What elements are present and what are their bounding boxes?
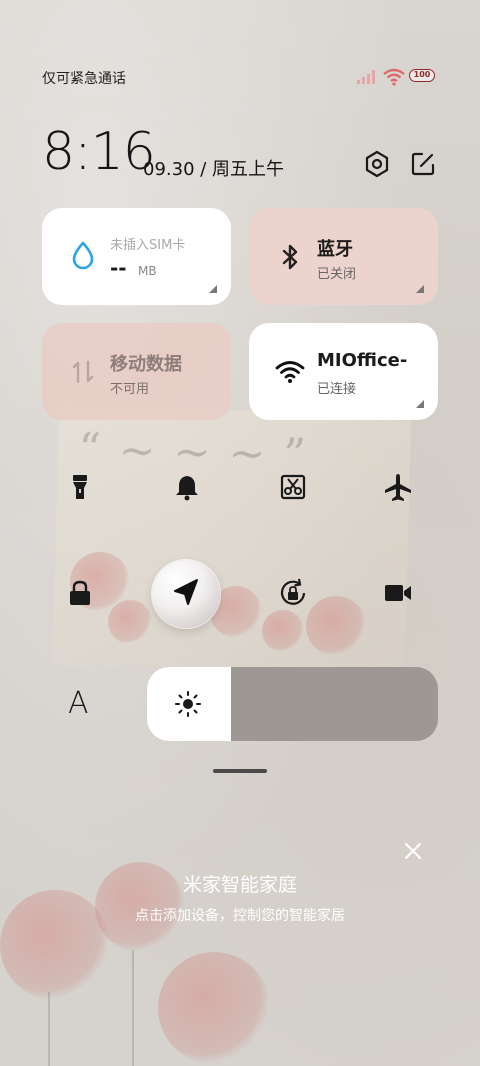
smart-home-subtitle[interactable]: 点击添加设备，控制您的智能家居: [0, 905, 480, 925]
bluetooth-label: 蓝牙: [317, 239, 353, 260]
airplane-icon: [385, 474, 411, 501]
silent-toggle[interactable]: [170, 470, 204, 504]
expand-corner[interactable]: [416, 400, 424, 408]
bluetooth-status: 已关闭: [317, 267, 357, 282]
flashlight-icon: [73, 475, 87, 499]
mobile-data-icon: [72, 360, 94, 384]
data-usage-value: --: [110, 256, 127, 280]
flashlight-toggle[interactable]: [63, 470, 97, 504]
lock-screen-toggle[interactable]: [63, 576, 97, 610]
bluetooth-tile[interactable]: 蓝牙 已关闭: [249, 208, 438, 305]
brightness-slider[interactable]: [147, 667, 438, 741]
drag-handle[interactable]: [213, 769, 267, 773]
screenshot-icon: [280, 474, 306, 500]
airplane-toggle[interactable]: [381, 470, 415, 504]
sim-status-label: 未插入SIM卡: [110, 238, 186, 253]
battery-icon: 100: [409, 69, 435, 82]
gear-icon[interactable]: [363, 150, 391, 178]
bluetooth-icon: [282, 244, 298, 270]
water-drop-icon: [72, 241, 94, 270]
date-text: 09.30 / 周五上午: [143, 159, 285, 180]
data-usage-unit: MB: [138, 264, 157, 278]
expand-corner[interactable]: [416, 285, 424, 293]
rose-decoration: [262, 610, 304, 652]
brightness-icon: [175, 691, 201, 717]
location-icon: [174, 579, 198, 605]
mobile-data-label: 移动数据: [110, 354, 182, 375]
font-size-button[interactable]: A: [68, 686, 89, 721]
signal-icon: [357, 70, 375, 84]
status-bar: 仅可紧急通话 100: [0, 60, 480, 92]
smart-home-title[interactable]: 米家智能家庭: [0, 870, 480, 897]
rose-decoration: [306, 596, 366, 656]
wifi-tile[interactable]: MIOffice- 已连接: [249, 323, 438, 420]
rotation-lock-icon: [280, 578, 306, 605]
wifi-status: 已连接: [317, 382, 357, 397]
wifi-status-icon: [383, 68, 405, 86]
carrier-text: 仅可紧急通话: [42, 71, 126, 87]
mobile-data-tile[interactable]: 移动数据 不可用: [42, 323, 231, 420]
edit-icon[interactable]: [409, 150, 437, 178]
clock: 8:16: [42, 122, 156, 182]
bell-icon: [176, 476, 198, 501]
wifi-icon: [275, 361, 305, 383]
rose-stem: [48, 992, 50, 1066]
rotation-lock-toggle[interactable]: [276, 576, 310, 610]
lock-icon: [70, 580, 90, 605]
wifi-network-name: MIOffice-: [317, 350, 408, 371]
screenshot-toggle[interactable]: [276, 470, 310, 504]
screen-record-toggle[interactable]: [381, 576, 415, 610]
close-icon[interactable]: [402, 840, 424, 862]
rose-stem: [132, 950, 134, 1066]
video-icon: [385, 585, 411, 601]
mobile-data-status: 不可用: [110, 382, 150, 397]
data-usage-tile[interactable]: 未插入SIM卡 -- MB: [42, 208, 231, 305]
location-toggle[interactable]: [152, 560, 220, 628]
expand-corner[interactable]: [209, 285, 217, 293]
rose-decoration: [158, 952, 270, 1064]
rose-decoration: [108, 600, 152, 644]
